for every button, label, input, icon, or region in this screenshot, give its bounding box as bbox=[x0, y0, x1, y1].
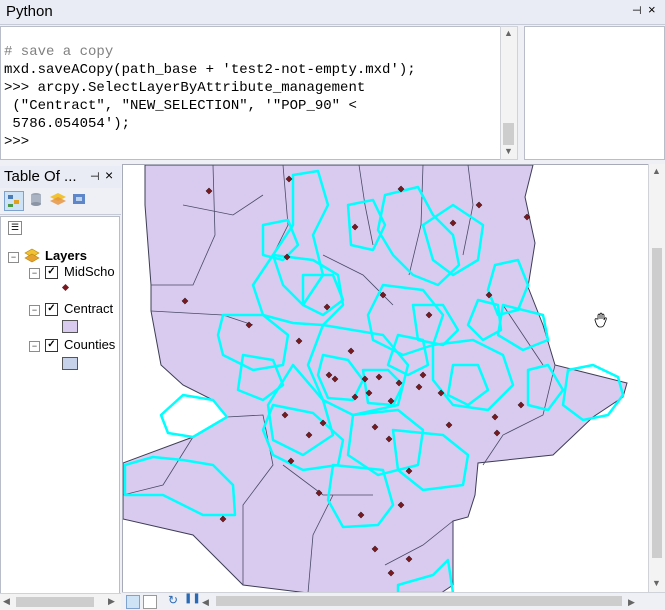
scroll-thumb[interactable] bbox=[503, 123, 514, 145]
layers-icon bbox=[50, 193, 66, 205]
layers-icon bbox=[24, 248, 40, 263]
code-line: # save a copy bbox=[4, 44, 114, 60]
code-line: >>> bbox=[4, 134, 30, 150]
toc-title: Table Of ... bbox=[4, 168, 77, 185]
toc-toolbar bbox=[0, 188, 121, 215]
scroll-left-icon[interactable]: ◀ bbox=[202, 594, 209, 608]
layer-expander-icon[interactable]: − bbox=[29, 341, 40, 352]
layer-label-centract[interactable]: Centract bbox=[64, 301, 113, 316]
layout-view-button[interactable] bbox=[126, 595, 140, 609]
layer-label-counties[interactable]: Counties bbox=[64, 337, 115, 352]
code-line: ("Centract", "NEW_SELECTION", '"POP_90" … bbox=[4, 98, 357, 114]
pin-icon[interactable]: ⊣ bbox=[632, 4, 642, 17]
list-by-visibility-button[interactable] bbox=[49, 191, 67, 209]
code-line: 5786.054054'); bbox=[4, 116, 131, 132]
scroll-left-icon[interactable]: ◀ bbox=[3, 596, 10, 607]
fill-symbol-icon bbox=[62, 320, 78, 333]
map-view[interactable] bbox=[122, 164, 650, 594]
map-canvas[interactable] bbox=[123, 165, 649, 593]
scroll-thumb[interactable] bbox=[652, 248, 662, 558]
python-help-pane bbox=[524, 26, 665, 160]
close-icon[interactable]: × bbox=[648, 2, 656, 17]
scroll-down-icon[interactable]: ▼ bbox=[504, 146, 513, 156]
scroll-up-icon[interactable]: ▲ bbox=[652, 166, 661, 176]
close-icon[interactable]: × bbox=[105, 167, 113, 183]
python-window-titlebar: Python ⊣ × bbox=[0, 0, 665, 25]
python-code-area[interactable]: # save a copy mxd.saveACopy(path_base + … bbox=[0, 26, 501, 160]
pause-icon[interactable]: ❚❚ bbox=[184, 593, 201, 604]
code-line: mxd.saveACopy(path_base + 'test2-not-emp… bbox=[4, 62, 416, 78]
scroll-down-icon[interactable]: ▼ bbox=[652, 578, 661, 588]
layer-visibility-checkbox[interactable]: ✓ bbox=[45, 303, 58, 316]
toc-horizontal-scrollbar[interactable]: ◀ ▶ bbox=[0, 593, 121, 610]
toc-tree: ☰ − Layers − ✓ MidScho − ✓ Centract − ✓ … bbox=[0, 216, 120, 595]
refresh-icon[interactable]: ↻ bbox=[168, 593, 178, 607]
layer-visibility-checkbox[interactable]: ✓ bbox=[45, 266, 58, 279]
options-icon[interactable]: ☰ bbox=[8, 221, 22, 235]
selection-icon bbox=[73, 194, 85, 204]
scroll-thumb[interactable] bbox=[16, 597, 94, 607]
list-by-source-button[interactable] bbox=[27, 191, 45, 209]
layer-expander-icon[interactable]: − bbox=[29, 305, 40, 316]
list-by-drawing-order-button[interactable] bbox=[4, 191, 24, 211]
layer-label-midscho[interactable]: MidScho bbox=[64, 264, 115, 279]
data-view-button[interactable] bbox=[143, 595, 157, 609]
python-window-title: Python bbox=[6, 3, 53, 20]
pin-icon[interactable]: ⊣ bbox=[90, 170, 100, 183]
fill-symbol-icon bbox=[62, 357, 78, 370]
scroll-up-icon[interactable]: ▲ bbox=[504, 28, 513, 38]
code-line: >>> arcpy.SelectLayerByAttribute_managem… bbox=[4, 80, 366, 96]
list-by-selection-button[interactable] bbox=[71, 191, 89, 209]
python-vertical-scrollbar[interactable]: ▲ ▼ bbox=[500, 26, 518, 160]
scroll-right-icon[interactable]: ▶ bbox=[108, 596, 115, 607]
layer-expander-icon[interactable]: − bbox=[29, 268, 40, 279]
drawing-order-icon bbox=[8, 195, 19, 207]
point-symbol-icon bbox=[61, 283, 70, 292]
database-icon bbox=[31, 193, 41, 206]
layers-root-label[interactable]: Layers bbox=[45, 248, 87, 263]
map-vertical-scrollbar[interactable]: ▲ ▼ bbox=[648, 164, 665, 592]
pan-hand-icon bbox=[594, 312, 607, 328]
map-bottom-bar: ↻ ❚❚ ◀ ▶ bbox=[122, 592, 665, 610]
map-horizontal-scroll-thumb[interactable] bbox=[216, 596, 622, 606]
layers-expander-icon[interactable]: − bbox=[8, 252, 19, 263]
toc-titlebar: Table Of ... ⊣ × bbox=[0, 166, 121, 188]
layer-visibility-checkbox[interactable]: ✓ bbox=[45, 339, 58, 352]
scroll-right-icon[interactable]: ▶ bbox=[628, 594, 635, 608]
